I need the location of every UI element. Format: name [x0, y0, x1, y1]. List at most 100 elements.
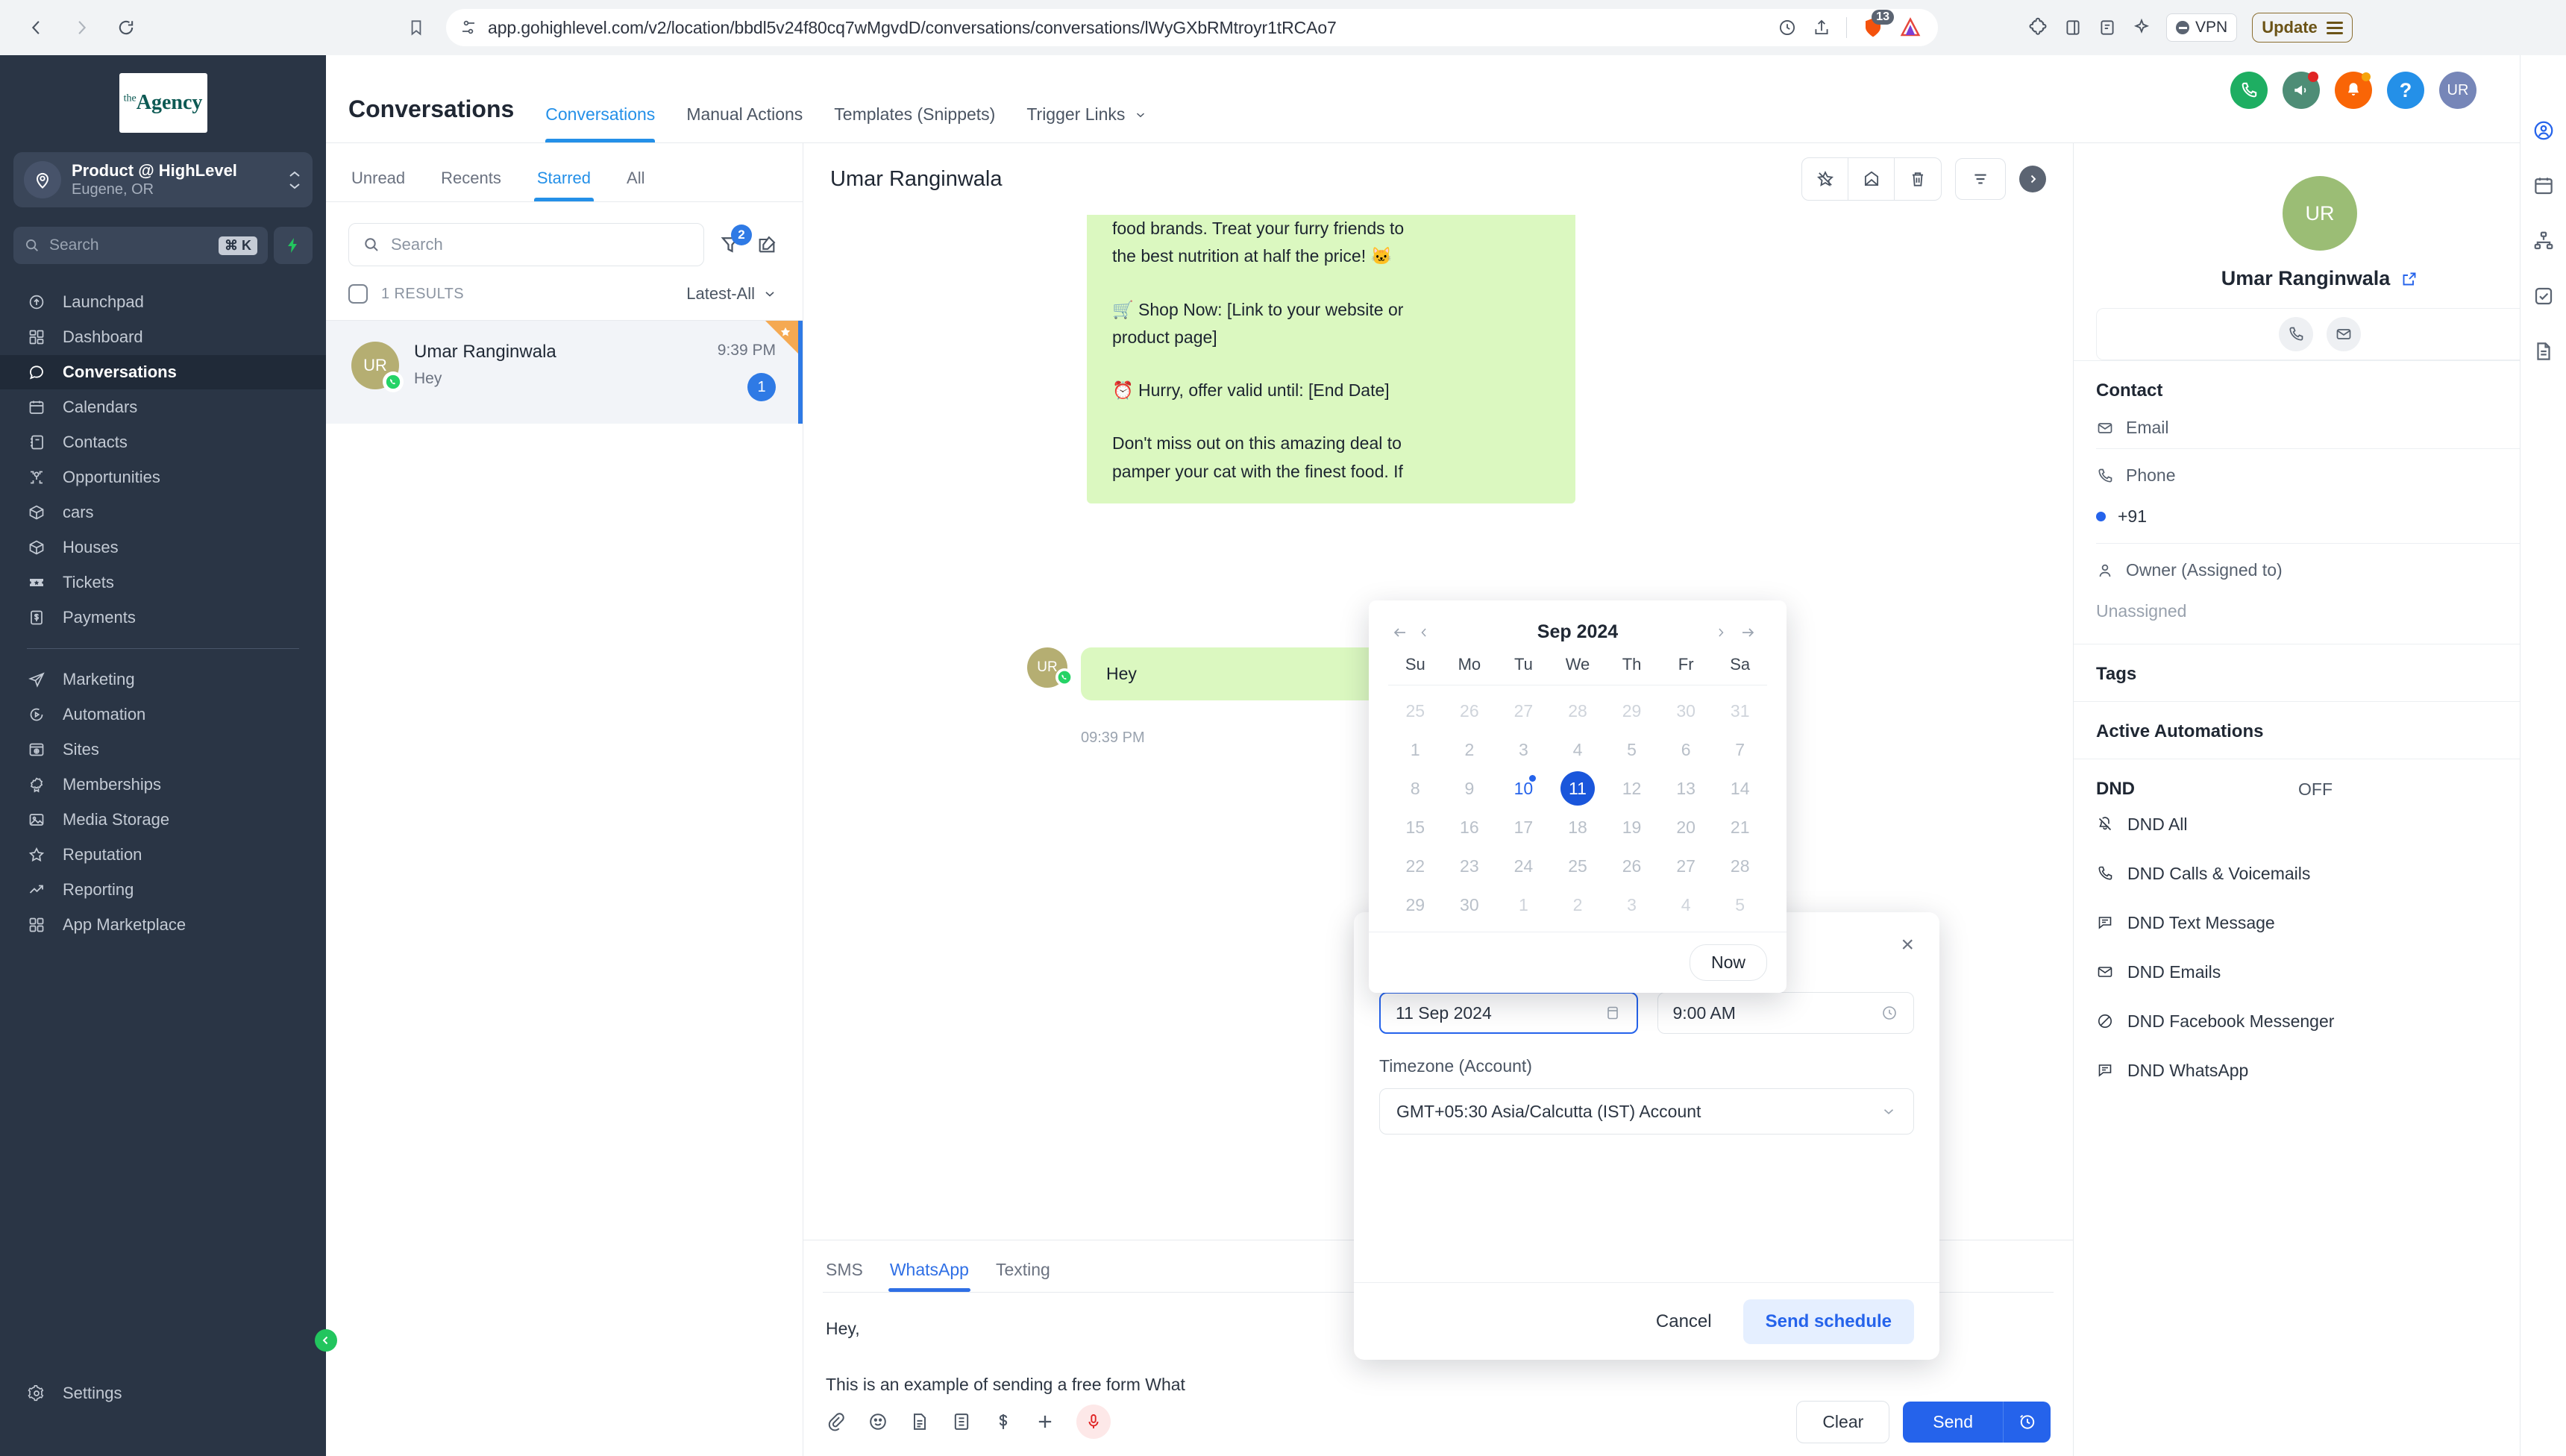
browser-menu-icon[interactable] — [2326, 21, 2343, 34]
calendar-day[interactable]: 28 — [1713, 847, 1767, 885]
calendar-day[interactable]: 5 — [1604, 730, 1659, 769]
calendar-day[interactable]: 12 — [1604, 769, 1659, 808]
calendar-day[interactable]: 31 — [1713, 691, 1767, 730]
clear-button[interactable]: Clear — [1796, 1400, 1890, 1443]
calendar-day[interactable]: 9 — [1443, 769, 1497, 808]
calendar-day[interactable]: 19 — [1604, 808, 1659, 847]
brave-shield-icon[interactable]: 13 — [1862, 10, 1894, 39]
calendar-day[interactable]: 25 — [1551, 847, 1605, 885]
extensions-puzzle-icon[interactable] — [2027, 17, 2048, 38]
calendar-day[interactable]: 17 — [1496, 808, 1551, 847]
contact-person-icon[interactable] — [2532, 119, 2555, 142]
tab-manual-actions[interactable]: Manual Actions — [686, 104, 803, 142]
contact-field-email[interactable]: Email + — [2096, 401, 2544, 448]
schedule-date-input[interactable]: 11 Sep 2024 — [1379, 992, 1638, 1034]
microphone-icon[interactable] — [1076, 1405, 1111, 1439]
calendar-day[interactable]: 29 — [1388, 885, 1443, 924]
tab-conversations[interactable]: Conversations — [545, 104, 656, 142]
calendar-day-selected[interactable]: 11 — [1551, 769, 1605, 808]
contact-section-header[interactable]: Contact — [2096, 380, 2544, 401]
leo-ai-icon[interactable] — [1899, 16, 1922, 39]
emoji-smile-icon[interactable] — [868, 1411, 888, 1432]
location-switcher[interactable]: Product @ HighLevel Eugene, OR — [13, 152, 313, 207]
calendar-day[interactable]: 5 — [1713, 885, 1767, 924]
tab-trigger-links[interactable]: Trigger Links — [1026, 104, 1147, 142]
tab-all[interactable]: All — [627, 169, 644, 201]
phone-icon[interactable] — [2279, 317, 2313, 351]
sidebar-item-sites[interactable]: Sites — [0, 732, 326, 767]
sidebar-item-houses[interactable]: Houses — [0, 530, 326, 565]
calendar-day[interactable]: 16 — [1443, 808, 1497, 847]
sidebar-item-reputation[interactable]: Reputation — [0, 838, 326, 872]
calendar-day[interactable]: 13 — [1659, 769, 1713, 808]
close-icon[interactable]: × — [1901, 933, 1914, 956]
calendar-day[interactable]: 1 — [1388, 730, 1443, 769]
calendar-day[interactable]: 14 — [1713, 769, 1767, 808]
schedule-time-input[interactable]: 9:00 AM — [1657, 992, 1914, 1034]
dnd-section-header[interactable]: DND OFF — [2096, 779, 2544, 800]
notification-bell-icon[interactable] — [2335, 72, 2372, 109]
calendar-icon[interactable] — [2532, 175, 2555, 197]
sidebar-item-dashboard[interactable]: Dashboard — [0, 320, 326, 354]
email-icon[interactable] — [2327, 317, 2361, 351]
reload-icon[interactable] — [106, 7, 146, 48]
calendar-day[interactable]: 6 — [1659, 730, 1713, 769]
trash-icon[interactable] — [1895, 158, 1941, 200]
calendar-icon[interactable] — [1604, 1004, 1622, 1022]
owner-select[interactable]: Unassigned — [2096, 591, 2544, 627]
external-link-icon[interactable] — [2400, 270, 2418, 288]
sidebar-item-reporting[interactable]: Reporting — [0, 873, 326, 907]
contact-phone-value[interactable]: +91 — [2096, 496, 2544, 543]
sidebar-item-marketing[interactable]: Marketing — [0, 662, 326, 697]
avatar[interactable]: UR — [2439, 72, 2476, 109]
calendar-day[interactable]: 4 — [1659, 885, 1713, 924]
left-chevron-icon[interactable] — [1417, 625, 1442, 640]
calendar-day[interactable]: 18 — [1551, 808, 1605, 847]
quick-actions-bolt-icon[interactable] — [274, 227, 313, 264]
tab-whatsapp[interactable]: WhatsApp — [888, 1260, 971, 1292]
vpn-toggle-button[interactable]: VPN — [2166, 13, 2238, 42]
calendar-day[interactable]: 26 — [1604, 847, 1659, 885]
dnd-row-whatsapp[interactable]: DND WhatsApp — [2096, 1046, 2544, 1095]
dnd-row-calls[interactable]: DND Calls & Voicemails — [2096, 849, 2544, 898]
star-off-icon[interactable] — [1802, 158, 1848, 200]
calendar-day[interactable]: 2 — [1551, 885, 1605, 924]
tags-section-header[interactable]: Tags — [2096, 664, 2544, 685]
automation-flow-icon[interactable] — [2532, 230, 2555, 252]
calendar-day[interactable]: 29 — [1604, 691, 1659, 730]
double-left-arrow-icon[interactable] — [1391, 624, 1417, 641]
select-all-checkbox[interactable] — [348, 284, 368, 304]
calendar-day[interactable]: 26 — [1443, 691, 1497, 730]
sidebar-item-tickets[interactable]: Tickets — [0, 565, 326, 600]
calendar-day[interactable]: 15 — [1388, 808, 1443, 847]
search-input[interactable]: Search ⌘ K — [13, 227, 268, 264]
plus-icon[interactable] — [1035, 1411, 1055, 1432]
timezone-select[interactable]: GMT+05:30 Asia/Calcutta (IST) Account — [1379, 1088, 1914, 1135]
send-button[interactable]: Send — [1903, 1401, 2003, 1443]
search-input[interactable]: Search — [348, 223, 704, 266]
calendar-day[interactable]: 30 — [1659, 691, 1713, 730]
payment-dollar-icon[interactable] — [993, 1411, 1014, 1432]
calendar-day[interactable]: 27 — [1659, 847, 1713, 885]
calendar-day[interactable]: 4 — [1551, 730, 1605, 769]
calendar-day[interactable]: 28 — [1551, 691, 1605, 730]
tab-recents[interactable]: Recents — [441, 169, 501, 201]
bookmark-icon[interactable] — [400, 11, 433, 44]
update-button[interactable]: Update — [2252, 13, 2353, 43]
tab-templates[interactable]: Templates (Snippets) — [834, 104, 995, 142]
calendar-day[interactable]: 1 — [1496, 885, 1551, 924]
sidebar-item-opportunities[interactable]: Opportunities — [0, 460, 326, 495]
calendar-day[interactable]: 24 — [1496, 847, 1551, 885]
compose-pencil-icon[interactable] — [756, 234, 777, 255]
calendar-day[interactable]: 27 — [1496, 691, 1551, 730]
filter-funnel-icon[interactable]: 2 — [719, 225, 752, 256]
active-automations-section-header[interactable]: Active Automations — [2096, 721, 2544, 742]
sidebar-item-settings[interactable]: Settings — [0, 1376, 326, 1410]
attachment-clip-icon[interactable] — [826, 1411, 847, 1432]
dnd-row-text[interactable]: DND Text Message — [2096, 898, 2544, 947]
calendar-day[interactable]: 3 — [1604, 885, 1659, 924]
calendar-day[interactable]: 23 — [1443, 847, 1497, 885]
dnd-row-emails[interactable]: DND Emails — [2096, 947, 2544, 997]
help-question-icon[interactable]: ? — [2387, 72, 2424, 109]
send-schedule-button[interactable]: Send schedule — [1742, 1299, 1914, 1344]
